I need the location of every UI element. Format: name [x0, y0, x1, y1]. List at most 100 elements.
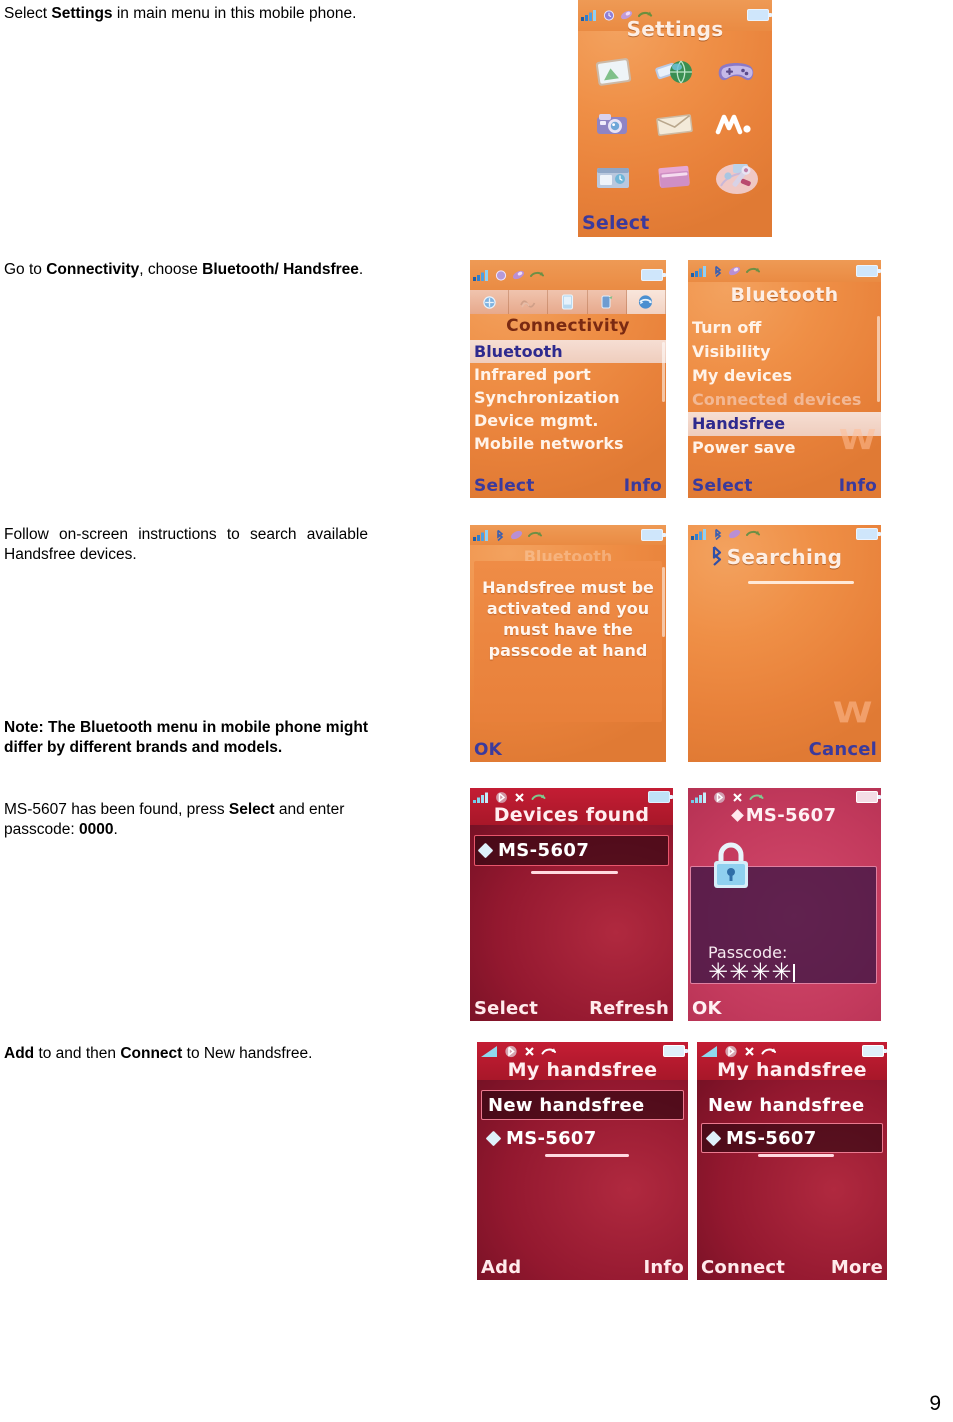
filemanager-icon[interactable]: [652, 154, 698, 200]
organizer-icon[interactable]: [591, 154, 637, 200]
emphasis-text: Connect: [120, 1045, 183, 1062]
softkey-right[interactable]: Info: [643, 1257, 684, 1278]
menu-item-connected-devices[interactable]: Connected devices: [688, 388, 881, 412]
bluetooth-active-icon: [725, 1045, 737, 1057]
tab-general[interactable]: [470, 290, 510, 314]
connectivity-menu-list: Bluetooth Infrared port Synchronization …: [470, 340, 666, 455]
passcode-input[interactable]: ✳✳✳✳: [708, 960, 796, 984]
softkey-left[interactable]: Select: [692, 476, 753, 496]
status-bar: [470, 260, 666, 290]
softkey-right[interactable]: More: [831, 1257, 883, 1278]
phone-screen-connectivity: Connectivity Bluetooth Infrared port Syn…: [470, 260, 666, 498]
messaging-envelope-icon[interactable]: [652, 101, 698, 147]
softkey-left[interactable]: OK: [692, 998, 722, 1019]
softkey-bar: Select Refresh: [470, 998, 673, 1020]
list-item-label: MS-5607: [506, 1127, 597, 1149]
softkey-bar: Select: [578, 212, 772, 235]
tab-display[interactable]: [548, 290, 588, 314]
list-item-new-handsfree[interactable]: New handsfree: [701, 1090, 883, 1120]
camera-icon[interactable]: [591, 101, 637, 147]
phone-screen-my-handsfree-add: My handsfree New handsfree MS-5607 Add I…: [477, 1042, 688, 1280]
call-divert-icon: [528, 531, 542, 537]
bluetooth-icon: [728, 529, 741, 539]
emphasis-text: Bluetooth/ Handsfree: [202, 261, 359, 278]
softkey-right[interactable]: Refresh: [589, 998, 669, 1019]
walkman-player-icon[interactable]: [713, 101, 759, 147]
bluetooth-menu-list: Turn off Visibility My devices Connected…: [688, 316, 881, 460]
call-divert-icon: [746, 267, 760, 273]
phone-screen-searching: Searching W Cancel: [688, 525, 881, 762]
menu-item-mobile-networks[interactable]: Mobile networks: [470, 432, 666, 455]
tab-sounds[interactable]: [509, 290, 549, 314]
silent-mode-icon: [525, 1046, 534, 1056]
menu-item-my-devices[interactable]: My devices: [688, 364, 881, 388]
body-text: to and then: [34, 1045, 121, 1062]
softkey-bar: OK: [470, 740, 666, 761]
softkey-left[interactable]: Select: [582, 212, 650, 234]
menu-item-power-save[interactable]: Power save: [688, 436, 881, 460]
scrollbar[interactable]: [877, 316, 880, 402]
battery-icon: [856, 265, 881, 277]
scrollbar[interactable]: [662, 567, 665, 637]
status-bar: [688, 260, 881, 282]
softkey-right[interactable]: Cancel: [809, 739, 877, 760]
scrollbar[interactable]: [662, 342, 665, 402]
emphasis-text: Add: [4, 1045, 35, 1062]
tab-connectivity[interactable]: [626, 290, 666, 314]
instruction-step-settings: Select Settings in main menu in this mob…: [4, 4, 368, 24]
softkey-right[interactable]: Info: [839, 476, 877, 496]
body-text: Go to: [4, 261, 47, 278]
body-text: Select: [4, 5, 52, 22]
silent-mode-icon: [733, 792, 742, 802]
settings-tab-bar: [470, 290, 666, 314]
screen-title: MS-5607: [688, 805, 881, 826]
list-item-new-handsfree[interactable]: New handsfree: [481, 1090, 684, 1120]
menu-item-synchronization[interactable]: Synchronization: [470, 386, 666, 409]
alarm-icon: [495, 270, 507, 281]
menu-item-infrared-port[interactable]: Infrared port: [470, 363, 666, 386]
phone-screen-settings: Settings Select: [578, 0, 772, 237]
menu-item-visibility[interactable]: Visibility: [688, 340, 881, 364]
progress-indicator: [747, 581, 854, 584]
signal-bars-icon: [691, 529, 706, 540]
call-divert-icon: [761, 1047, 776, 1054]
softkey-left[interactable]: OK: [474, 740, 502, 760]
battery-icon: [648, 791, 673, 803]
softkey-left[interactable]: Select: [474, 476, 535, 496]
softkey-left[interactable]: Connect: [701, 1257, 785, 1278]
bluetooth-device-icon: [477, 842, 494, 859]
tab-calls[interactable]: [588, 290, 627, 314]
status-bar: [477, 1042, 688, 1060]
list-divider: [544, 1154, 629, 1157]
handsfree-list: New handsfree MS-5607: [697, 1090, 887, 1156]
call-divert-icon: [541, 1047, 556, 1054]
softkey-right[interactable]: Info: [624, 476, 662, 496]
battery-icon: [663, 1045, 688, 1057]
signal-bars-icon: [701, 1045, 717, 1057]
phone-screen-passcode: MS-5607 Passcode: ✳✳✳✳ OK: [688, 788, 881, 1021]
menu-item-bluetooth[interactable]: Bluetooth: [470, 340, 666, 363]
phone-screen-my-handsfree-connect: My handsfree New handsfree MS-5607 Conne…: [697, 1042, 887, 1280]
picture-gallery-icon[interactable]: [591, 49, 637, 95]
menu-item-device-mgmt[interactable]: Device mgmt.: [470, 409, 666, 432]
list-item-ms-5607[interactable]: MS-5607: [481, 1123, 684, 1153]
body-text: Follow on-screen instructions to search …: [4, 526, 368, 563]
call-divert-icon: [749, 793, 764, 800]
internet-globe-icon[interactable]: [652, 49, 698, 95]
lock-icon: [714, 842, 748, 888]
battery-icon: [856, 528, 881, 540]
device-title-label: MS-5607: [745, 805, 837, 826]
device-list-item[interactable]: MS-5607: [474, 835, 669, 866]
list-item-label: New handsfree: [708, 1094, 865, 1116]
menu-item-handsfree[interactable]: Handsfree: [688, 412, 881, 436]
screen-title: My handsfree: [507, 1059, 658, 1081]
menu-item-turn-off[interactable]: Turn off: [688, 316, 881, 340]
softkey-bar: Connect More: [697, 1257, 887, 1279]
games-controller-icon[interactable]: [713, 49, 759, 95]
softkey-left[interactable]: Select: [474, 998, 538, 1019]
instruction-step-note: Note: The Bluetooth menu in mobile phone…: [4, 718, 368, 758]
softkey-left[interactable]: Add: [481, 1257, 521, 1278]
settings-tools-icon[interactable]: [713, 154, 759, 200]
signal-bars-icon: [473, 792, 488, 803]
list-item-ms-5607[interactable]: MS-5607: [701, 1123, 883, 1153]
